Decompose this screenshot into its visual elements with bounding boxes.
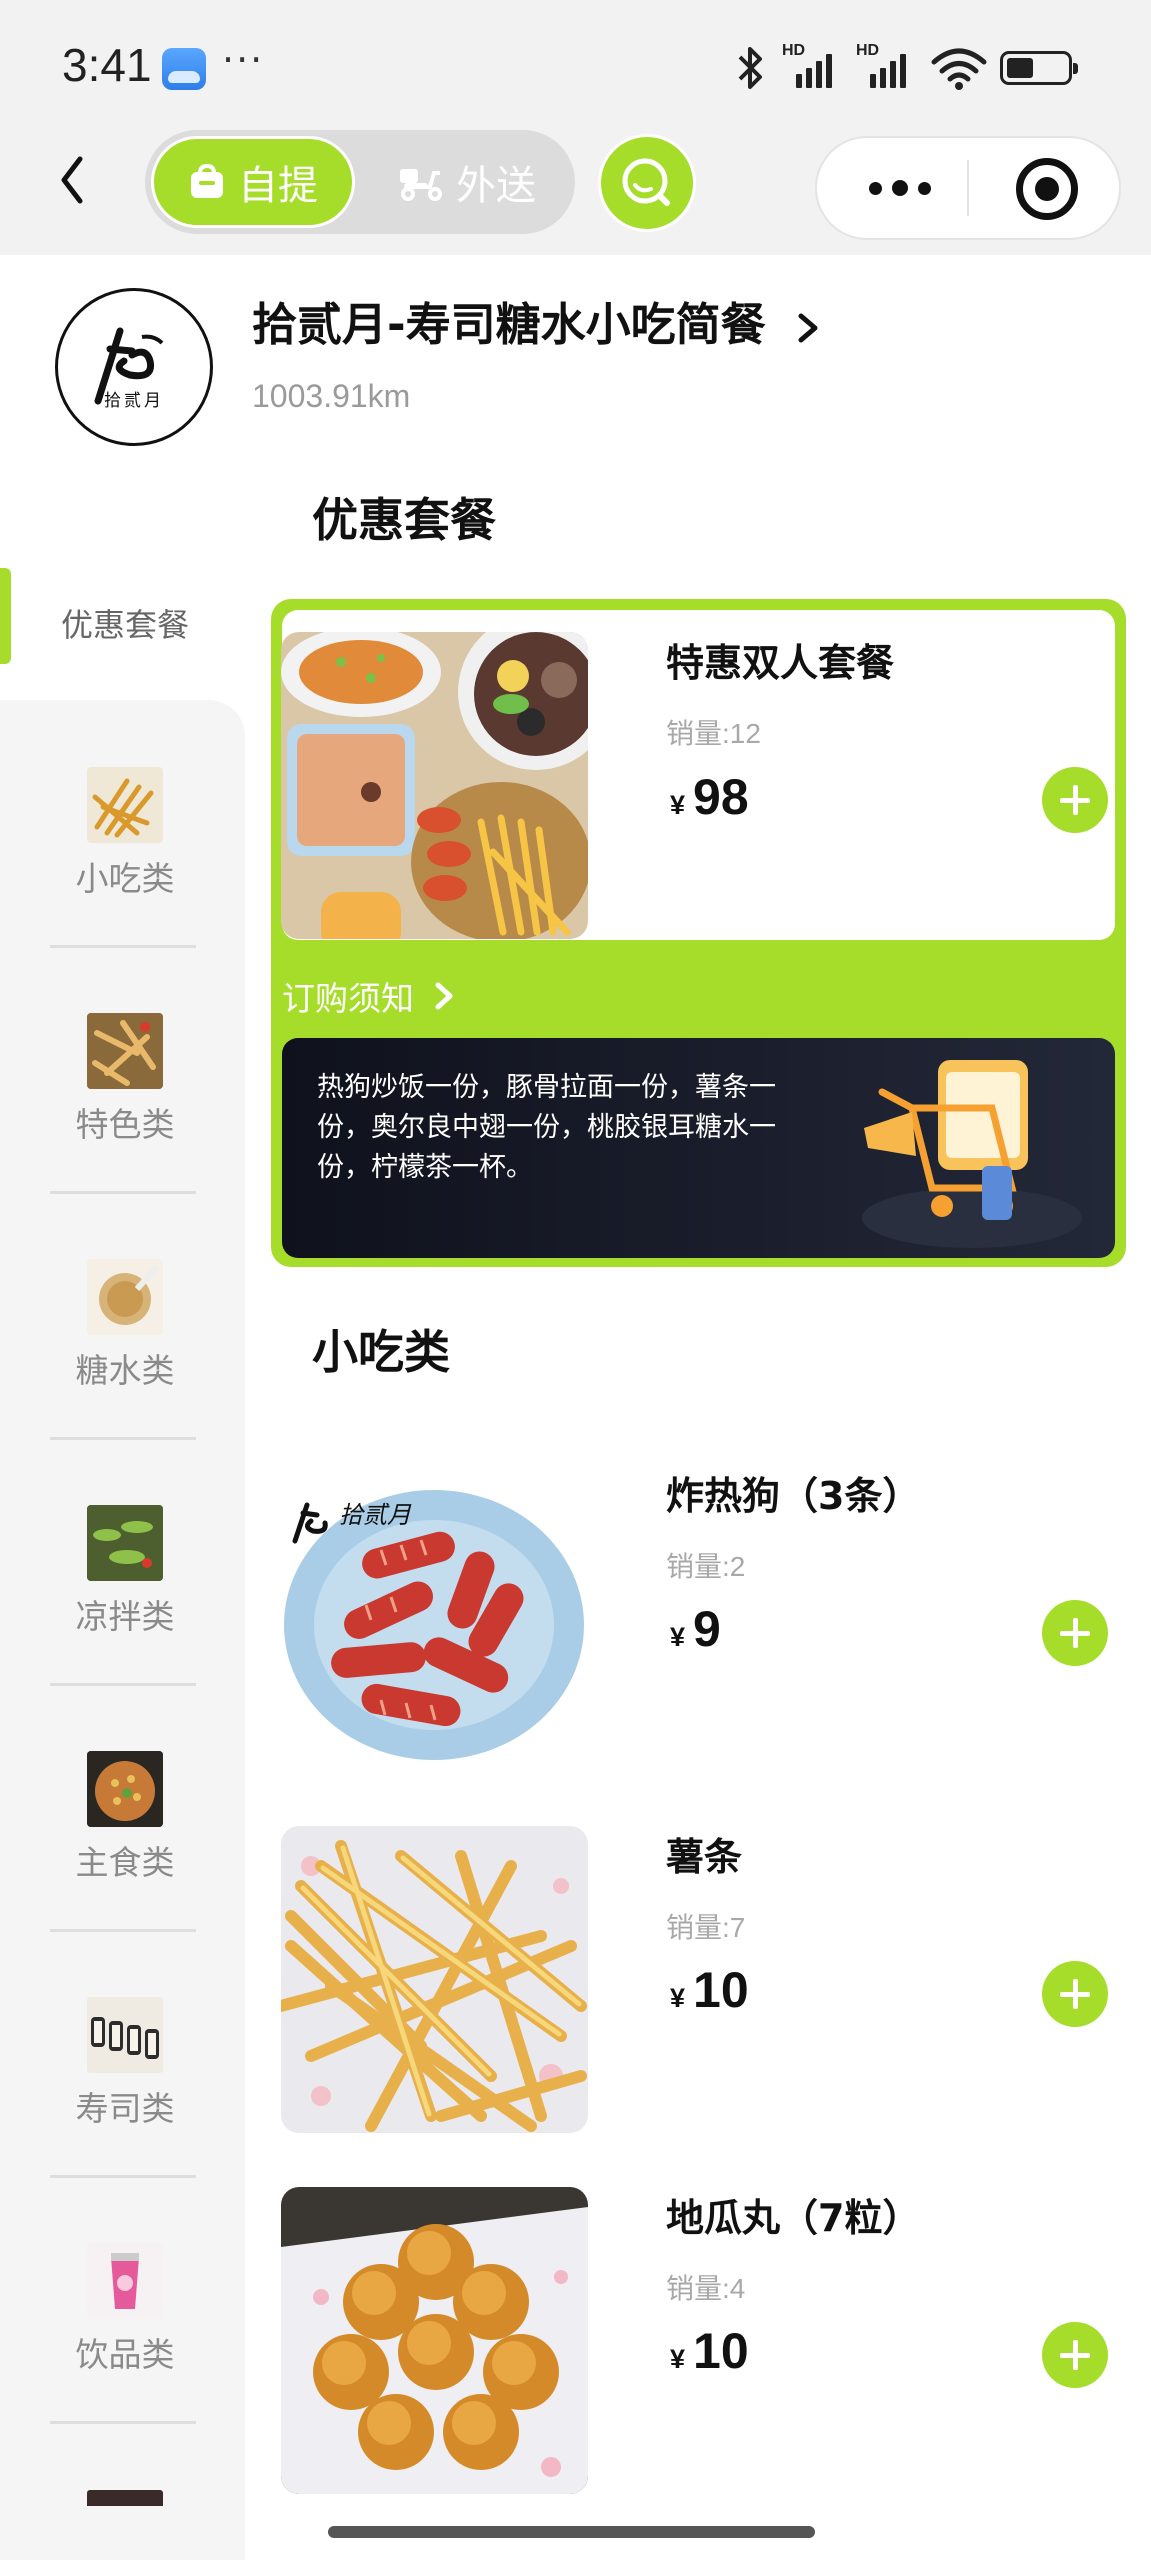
search-icon <box>622 158 670 206</box>
sidebar-item-combo[interactable]: 优惠套餐 <box>0 600 250 646</box>
combo-description: 热狗炒饭一份，豚骨拉面一份，薯条一份，奥尔良中翅一份，桃胶银耳糖水一份，柠檬茶一… <box>317 1072 776 1183</box>
product-image <box>281 1826 588 2133</box>
combo-name: 特惠双人套餐 <box>666 641 895 685</box>
status-time: 3:41 <box>62 39 152 91</box>
app-notification-icon <box>162 48 206 90</box>
sidebar-item-snacks[interactable]: 小吃类 <box>0 752 250 998</box>
bluetooth-icon <box>738 47 762 89</box>
sidebar-item-label: 特色类 <box>75 1105 175 1144</box>
currency-symbol: ¥ <box>670 1622 686 1652</box>
chevron-right-icon <box>435 982 453 1010</box>
product-sales: 销量:4 <box>666 2273 746 2304</box>
chevron-right-icon <box>798 313 818 343</box>
category-thumbnail <box>87 1505 163 1581</box>
product-price-value: 9 <box>693 1601 721 1657</box>
sidebar-item-sushi[interactable]: 寿司类 <box>0 1982 250 2228</box>
sidebar-divider <box>50 945 196 948</box>
sidebar-item-specials[interactable]: 特色类 <box>0 998 250 1244</box>
bag-icon <box>191 163 223 198</box>
product-sales: 销量:7 <box>666 1912 746 1943</box>
more-options-button[interactable] <box>850 156 950 220</box>
product-price-value: 10 <box>693 1962 749 2018</box>
order-notice-link[interactable]: 订购须知 <box>282 972 456 1020</box>
delivery-mode-button[interactable]: 外送 <box>365 136 569 228</box>
category-thumbnail <box>87 2490 163 2506</box>
store-name-link[interactable]: 拾贰月-寿司糖水小吃简餐 <box>252 288 823 353</box>
sidebar-divider <box>50 1683 196 1686</box>
delivery-mode-label: 外送 <box>456 163 536 209</box>
capsule-divider <box>967 160 969 216</box>
sidebar-divider <box>50 2175 196 2178</box>
category-thumbnail <box>87 1997 163 2073</box>
battery-icon <box>1000 51 1078 85</box>
add-to-cart-button[interactable] <box>1042 1961 1108 2027</box>
more-notifications-icon: ··· <box>222 38 265 82</box>
search-button[interactable] <box>598 134 696 232</box>
scooter-icon <box>400 169 442 201</box>
category-thumbnail <box>87 2243 163 2319</box>
category-thumbnail <box>87 1751 163 1827</box>
combo-image <box>281 632 588 939</box>
combo-price-value: 98 <box>693 769 749 825</box>
store-distance: 1003.91km <box>252 378 411 414</box>
sidebar-item-label: 凉拌类 <box>75 1597 175 1636</box>
dot-icon <box>918 181 931 195</box>
pickup-mode-button[interactable]: 自提 <box>151 136 355 228</box>
sidebar-item-label: 小吃类 <box>75 859 175 898</box>
product-sales: 销量:2 <box>666 1551 746 1582</box>
home-indicator[interactable] <box>328 2526 815 2538</box>
signal-icon: HD <box>856 42 918 88</box>
product-image <box>281 2187 588 2494</box>
sidebar-item-cold-dishes[interactable]: 凉拌类 <box>0 1490 250 1736</box>
sidebar-divider <box>50 1437 196 1440</box>
sidebar-item-staples[interactable]: 主食类 <box>0 1736 250 1982</box>
combo-price: ¥98 <box>670 768 749 826</box>
section-title-combo: 优惠套餐 <box>312 493 496 547</box>
shopping-cart-promo-icon <box>862 1060 1082 1248</box>
product-image: 拾贰月 <box>281 1465 588 1772</box>
sidebar-item-label: 主食类 <box>75 1843 175 1882</box>
currency-symbol: ¥ <box>670 1983 686 2013</box>
status-icons: HD HD <box>730 40 1078 96</box>
sidebar-item-drinks[interactable]: 饮品类 <box>0 2228 250 2474</box>
close-miniprogram-button[interactable] <box>1016 158 1078 220</box>
category-thumbnail <box>87 767 163 843</box>
add-to-cart-button[interactable] <box>1042 767 1108 833</box>
store-logo: 拾贰月 <box>55 288 213 446</box>
add-to-cart-button[interactable] <box>1042 1600 1108 1666</box>
store-logo-text: 拾贰月 <box>104 391 164 411</box>
product-name: 地瓜丸（7粒） <box>666 2196 921 2240</box>
product-price-value: 10 <box>693 2323 749 2379</box>
pickup-mode-label: 自提 <box>238 163 318 209</box>
sidebar-divider <box>50 1929 196 1932</box>
category-thumbnail <box>87 1259 163 1335</box>
product-name: 炸热狗（3条） <box>666 1474 921 1518</box>
product-price: ¥10 <box>670 1961 749 2019</box>
signal-icon: HD <box>782 42 844 88</box>
product-price: ¥9 <box>670 1600 721 1658</box>
dot-icon <box>869 181 882 195</box>
sidebar-divider <box>50 2421 196 2424</box>
currency-symbol: ¥ <box>670 790 686 820</box>
product-name: 薯条 <box>666 1835 743 1879</box>
product-price: ¥10 <box>670 2322 749 2380</box>
add-to-cart-button[interactable] <box>1042 2322 1108 2388</box>
sidebar-item-label: 糖水类 <box>75 1351 175 1390</box>
order-notice-label: 订购须知 <box>282 979 414 1018</box>
currency-symbol: ¥ <box>670 2344 686 2374</box>
store-logo-mark <box>94 327 164 405</box>
store-name: 拾贰月-寿司糖水小吃简餐 <box>252 298 766 351</box>
sidebar-item-label: 饮品类 <box>75 2335 175 2374</box>
sidebar-item-dessert-soup[interactable]: 糖水类 <box>0 1244 250 1490</box>
section-title-snacks: 小吃类 <box>312 1325 450 1379</box>
sidebar-divider <box>50 1191 196 1194</box>
combo-sales: 销量:12 <box>666 718 761 749</box>
wifi-icon <box>931 48 987 90</box>
image-watermark: 拾贰月 <box>339 1501 412 1529</box>
sidebar-item-label: 寿司类 <box>75 2089 175 2128</box>
category-thumbnail <box>87 1013 163 1089</box>
back-arrow-icon[interactable] <box>48 145 98 215</box>
dot-icon <box>892 180 908 196</box>
